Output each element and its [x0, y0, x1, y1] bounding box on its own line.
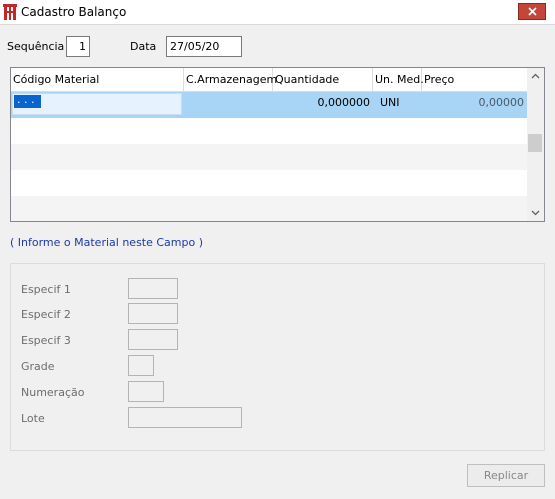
cell-armazenagem[interactable] — [184, 92, 273, 118]
material-hint: ( Informe o Material neste Campo ) — [10, 236, 204, 249]
date-label: Data — [130, 40, 157, 53]
scrollbar-thumb[interactable] — [528, 134, 542, 152]
column-header-codigo[interactable]: Código Material — [11, 68, 184, 91]
column-header-armazenagem[interactable]: C.Armazenagem — [184, 68, 277, 91]
table-row-empty[interactable] — [11, 196, 527, 221]
close-button[interactable] — [518, 3, 546, 20]
grid-header: Código Material C.Armazenagem Quantidade… — [11, 68, 527, 92]
details-panel: Especif 1 Especif 2 Especif 3 Grade Nume… — [10, 263, 545, 451]
scroll-down-icon[interactable] — [530, 207, 541, 218]
cell-preco[interactable]: 0,00000 — [422, 92, 527, 118]
especif1-field[interactable] — [128, 278, 178, 299]
title-divider — [0, 24, 555, 25]
replicar-button[interactable]: Replicar — [467, 464, 545, 487]
especif1-label: Especif 1 — [21, 283, 71, 296]
column-header-preco[interactable]: Preço — [422, 68, 527, 91]
vertical-scrollbar[interactable] — [527, 68, 544, 221]
sequence-field[interactable]: 1 — [66, 36, 90, 57]
lote-field[interactable] — [128, 407, 242, 428]
numeracao-field[interactable] — [128, 381, 164, 402]
table-row-empty[interactable] — [11, 118, 527, 144]
especif3-label: Especif 3 — [21, 334, 71, 347]
table-row-empty[interactable] — [11, 170, 527, 196]
lote-label: Lote — [21, 412, 45, 425]
sequence-label: Sequência — [7, 40, 65, 53]
grade-field[interactable] — [128, 355, 154, 376]
close-icon — [528, 7, 537, 16]
title-bar: Cadastro Balanço — [0, 0, 555, 24]
cell-quantidade[interactable]: 0,000000 — [273, 92, 373, 118]
grade-label: Grade — [21, 360, 55, 373]
especif3-field[interactable] — [128, 329, 178, 350]
especif2-field[interactable] — [128, 303, 178, 324]
table-row-empty[interactable] — [11, 144, 527, 170]
numeracao-label: Numeração — [21, 386, 85, 399]
table-row[interactable]: . . . 0,000000 UNI 0,00000 — [11, 92, 527, 118]
date-field[interactable]: 27/05/20 — [166, 36, 242, 57]
cell-unidade[interactable]: UNI — [377, 92, 422, 118]
material-grid[interactable]: Código Material C.Armazenagem Quantidade… — [10, 67, 545, 222]
material-code-input[interactable]: . . . — [12, 93, 182, 115]
scroll-up-icon[interactable] — [530, 71, 541, 82]
column-header-unidade[interactable]: Un. Med. — [373, 68, 424, 91]
app-logo-icon — [3, 4, 17, 20]
especif2-label: Especif 2 — [21, 308, 71, 321]
column-header-quantidade[interactable]: Quantidade — [273, 68, 373, 91]
window-title: Cadastro Balanço — [21, 5, 127, 19]
material-code-value: . . . — [14, 94, 41, 108]
